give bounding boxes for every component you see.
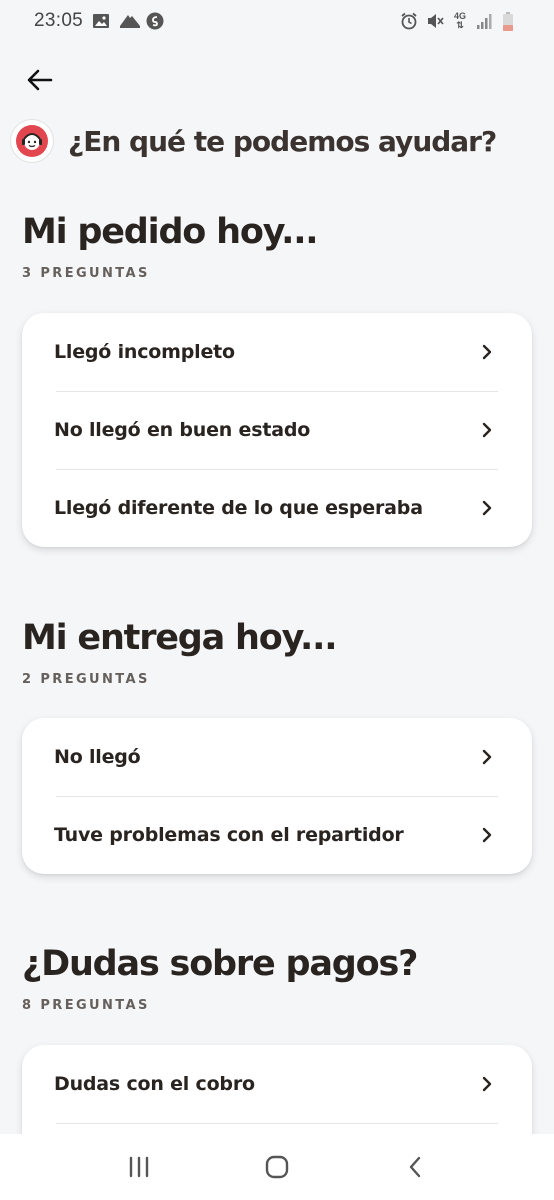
chevron-left-icon	[409, 1156, 421, 1178]
section-delivery: Mi entrega hoy... 2 PREGUNTAS	[22, 616, 532, 687]
network-label: 4G	[453, 11, 466, 21]
4g-icon: 4G ⇅	[453, 11, 466, 30]
question-label: No llegó en buen estado	[54, 419, 311, 441]
section-title: Mi pedido hoy...	[22, 212, 319, 252]
battery-icon	[502, 12, 520, 31]
section-order: Mi pedido hoy... 3 PREGUNTAS	[22, 210, 532, 281]
chevron-right-icon	[480, 748, 494, 766]
help-header: ¿En qué te podemos ayudar?	[10, 116, 497, 166]
questions-card-delivery: No llegó Tuve problemas con el repartido…	[22, 718, 532, 874]
section-question-count: 8 PREGUNTAS	[22, 998, 150, 1013]
status-time: 23:05	[34, 10, 84, 31]
image-icon	[92, 12, 110, 30]
question-row[interactable]: No llegó en buen estado	[22, 391, 532, 469]
support-agent-icon	[16, 125, 48, 157]
question-label: No llegó	[54, 746, 141, 768]
question-label: Llegó diferente de lo que esperaba	[54, 497, 423, 519]
back-button[interactable]	[22, 62, 58, 98]
shoe-icon	[119, 12, 141, 30]
question-row[interactable]: Llegó incompleto	[22, 313, 532, 391]
home-icon	[265, 1155, 289, 1179]
questions-card-order: Llegó incompleto No llegó en buen estado…	[22, 313, 532, 547]
recent-apps-button[interactable]	[119, 1147, 159, 1187]
chevron-right-icon	[480, 1075, 494, 1093]
page-title: ¿En qué te podemos ayudar?	[68, 124, 497, 158]
signal-icon	[476, 12, 494, 30]
support-agent-avatar	[10, 119, 54, 163]
chevron-right-icon	[480, 826, 494, 844]
question-label: Dudas con el cobro	[54, 1073, 255, 1095]
status-right: 4G ⇅	[400, 11, 520, 31]
status-left: 23:05	[34, 10, 164, 32]
chevron-right-icon	[480, 421, 494, 439]
section-payments: ¿Dudas sobre pagos? 8 PREGUNTAS	[22, 942, 532, 1013]
status-bar: 23:05 4G ⇅	[0, 0, 554, 42]
recent-apps-icon	[129, 1156, 149, 1178]
question-row[interactable]: Llegó diferente de lo que esperaba	[22, 469, 532, 547]
arrow-left-icon	[27, 69, 53, 91]
chevron-right-icon	[480, 499, 494, 517]
mute-icon	[426, 12, 444, 30]
shazam-icon	[146, 12, 164, 30]
system-back-button[interactable]	[395, 1147, 435, 1187]
question-row[interactable]: No llegó	[22, 718, 532, 796]
chevron-right-icon	[480, 343, 494, 361]
home-button[interactable]	[257, 1147, 297, 1187]
question-row[interactable]: Dudas con el cobro	[22, 1045, 532, 1123]
question-row[interactable]: Tuve problemas con el repartidor	[22, 796, 532, 874]
section-title: Mi entrega hoy...	[22, 618, 338, 658]
section-title: ¿Dudas sobre pagos?	[22, 944, 418, 984]
question-label: Llegó incompleto	[54, 341, 235, 363]
alarm-icon	[400, 12, 418, 30]
question-label: Tuve problemas con el repartidor	[54, 824, 404, 846]
system-nav-bar	[0, 1134, 554, 1200]
section-question-count: 2 PREGUNTAS	[22, 672, 150, 687]
section-question-count: 3 PREGUNTAS	[22, 266, 150, 281]
